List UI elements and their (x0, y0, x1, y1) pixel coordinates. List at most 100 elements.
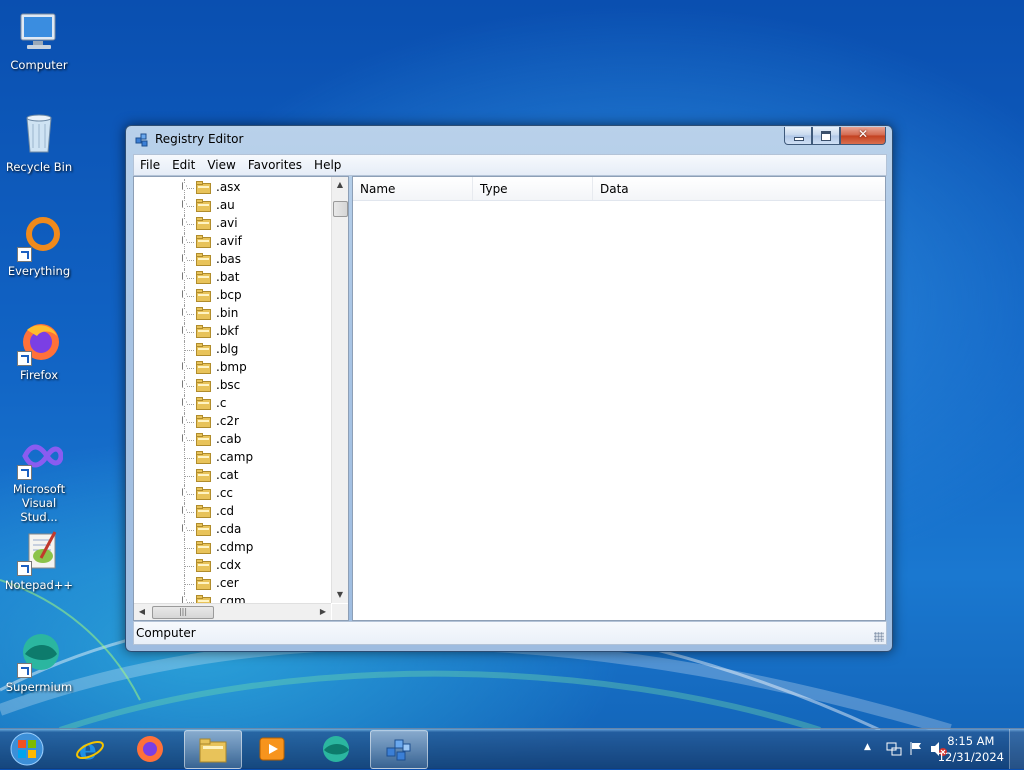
desktop-icon-firefox[interactable]: Firefox (2, 318, 76, 382)
tree-item[interactable]: .bsc (134, 377, 331, 395)
registry-editor-window[interactable]: Registry Editor File Edit View Favorites… (125, 125, 893, 652)
column-header-data[interactable]: Data (593, 177, 885, 200)
scroll-up-icon[interactable]: ▲ (332, 177, 348, 193)
expand-arrow-icon[interactable] (182, 182, 187, 190)
shortcut-arrow-icon (17, 351, 32, 366)
tree-vertical-scrollbar[interactable]: ▲ ▼ (331, 177, 348, 603)
expand-arrow-icon[interactable] (182, 200, 187, 208)
tree-item-label: .bcp (216, 288, 242, 302)
expand-arrow-icon[interactable] (182, 254, 187, 262)
tree-item[interactable]: .bcp (134, 287, 331, 305)
taskbar-media-player[interactable] (244, 730, 300, 767)
expand-arrow-icon[interactable] (182, 398, 187, 406)
tray-overflow-icon[interactable]: ▲ (864, 742, 871, 752)
expand-arrow-icon[interactable] (182, 236, 187, 244)
expand-arrow-icon[interactable] (182, 380, 187, 388)
expand-arrow-icon[interactable] (182, 524, 187, 532)
action-center-flag-icon[interactable] (908, 740, 924, 756)
folder-icon (196, 541, 211, 554)
taskbar-firefox[interactable] (122, 730, 178, 767)
tree-item[interactable]: .asx (134, 179, 331, 197)
clock[interactable]: 8:15 AM 12/31/2024 (938, 733, 1004, 765)
menu-favorites[interactable]: Favorites (242, 155, 308, 175)
folder-icon (196, 343, 211, 356)
expand-arrow-icon[interactable] (182, 272, 187, 280)
resize-grip-icon[interactable] (874, 632, 884, 642)
close-button[interactable] (840, 127, 886, 145)
folder-icon (196, 433, 211, 446)
tree-item[interactable]: .cgm (134, 593, 331, 603)
regedit-icon (135, 133, 148, 147)
desktop-icon-supermium[interactable]: Supermium (2, 630, 76, 694)
expand-arrow-icon[interactable] (182, 416, 187, 424)
column-header-name[interactable]: Name (353, 177, 473, 200)
desktop-icon-everything[interactable]: Everything (2, 214, 76, 278)
desktop-icon-notepad-plus-plus[interactable]: Notepad++ (2, 528, 76, 592)
scroll-down-icon[interactable]: ▼ (332, 587, 348, 603)
tree-item[interactable]: .camp (134, 449, 331, 467)
tree-item-label: .cdx (216, 558, 242, 572)
taskbar-internet-explorer[interactable]: e (62, 730, 118, 767)
tree-item[interactable]: .bin (134, 305, 331, 323)
expand-arrow-icon[interactable] (182, 290, 187, 298)
registry-values-pane[interactable]: Name Type Data (352, 176, 886, 621)
column-header-type[interactable]: Type (473, 177, 593, 200)
expand-arrow-icon[interactable] (182, 596, 187, 603)
expand-arrow-icon[interactable] (182, 362, 187, 370)
tree-item[interactable]: .avi (134, 215, 331, 233)
show-desktop-button[interactable] (1009, 729, 1024, 769)
tree-item[interactable]: .c (134, 395, 331, 413)
tree-item[interactable]: .cat (134, 467, 331, 485)
media-player-icon (259, 737, 285, 761)
tree-item-label: .bas (216, 252, 242, 266)
scroll-right-icon[interactable]: ▶ (315, 604, 331, 620)
expand-arrow-icon[interactable] (182, 326, 187, 334)
tree-item[interactable]: .cab (134, 431, 331, 449)
caption-buttons (784, 127, 886, 145)
tree-item[interactable]: .cdx (134, 557, 331, 575)
taskbar-file-explorer[interactable] (184, 730, 242, 769)
taskbar-supermium[interactable] (308, 730, 364, 767)
tree-item[interactable]: .cc (134, 485, 331, 503)
registry-tree-pane[interactable]: .asx .au .avi .avif .bas .bat .bcp .bin .bkf .blg… (133, 176, 349, 621)
tree-item[interactable]: .cd (134, 503, 331, 521)
taskbar-registry-editor[interactable] (370, 730, 428, 769)
scroll-left-icon[interactable]: ◀ (134, 604, 150, 620)
tree-horizontal-scrollbar[interactable]: ◀ ||| ▶ (134, 603, 331, 620)
tree-item[interactable]: .c2r (134, 413, 331, 431)
tree-item[interactable]: .au (134, 197, 331, 215)
desktop-icon-computer[interactable]: Computer (2, 8, 76, 72)
tree-item[interactable]: .cda (134, 521, 331, 539)
menu-help[interactable]: Help (308, 155, 347, 175)
expand-arrow-icon[interactable] (182, 308, 187, 316)
tree-item[interactable]: .cer (134, 575, 331, 593)
expand-arrow-icon[interactable] (182, 488, 187, 496)
tree-connector (184, 548, 194, 549)
folder-icon (199, 738, 227, 763)
network-icon[interactable] (886, 741, 902, 757)
tree-item[interactable]: .bat (134, 269, 331, 287)
expand-arrow-icon[interactable] (182, 434, 187, 442)
desktop-icon-recycle-bin[interactable]: Recycle Bin (2, 110, 76, 174)
expand-arrow-icon[interactable] (182, 506, 187, 514)
tree-item[interactable]: .cdmp (134, 539, 331, 557)
menu-file[interactable]: File (134, 155, 166, 175)
expand-arrow-icon[interactable] (182, 218, 187, 226)
menu-view[interactable]: View (201, 155, 241, 175)
notepad-plus-plus-icon (15, 528, 63, 576)
tree-item[interactable]: .bkf (134, 323, 331, 341)
tree-item[interactable]: .blg (134, 341, 331, 359)
tree-item[interactable]: .avif (134, 233, 331, 251)
status-path: Computer (136, 626, 196, 640)
maximize-button[interactable] (812, 127, 840, 145)
title-bar[interactable]: Registry Editor (126, 126, 892, 153)
menu-edit[interactable]: Edit (166, 155, 201, 175)
minimize-button[interactable] (784, 127, 812, 145)
desktop-icon-visual-studio[interactable]: Microsoft Visual Stud... (2, 432, 76, 524)
tree-item[interactable]: .bmp (134, 359, 331, 377)
scroll-thumb[interactable] (333, 201, 348, 217)
tree-item[interactable]: .bas (134, 251, 331, 269)
horizontal-scroll-thumb[interactable]: ||| (152, 606, 214, 619)
start-button[interactable] (5, 731, 49, 767)
tree-connector (184, 458, 194, 459)
